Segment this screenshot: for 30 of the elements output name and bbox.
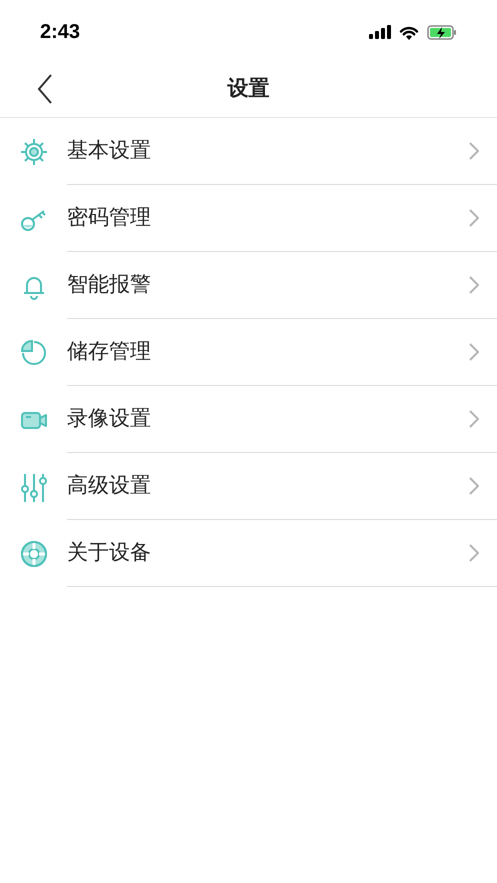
lifebuoy-icon: [19, 538, 49, 568]
item-label: 高级设置: [67, 473, 152, 500]
item-label: 基本设置: [67, 138, 152, 164]
item-label: 录像设置: [67, 406, 152, 432]
battery-charging-icon: [427, 24, 457, 40]
settings-item[interactable]: 高级设置: [0, 453, 497, 520]
signal-icon: [369, 25, 391, 39]
sliders-icon: [19, 472, 49, 502]
chevron-right-icon: [469, 276, 479, 294]
settings-item[interactable]: 录像设置: [0, 386, 497, 453]
item-label: 智能报警: [67, 272, 152, 298]
status-time: 2:43: [40, 20, 80, 45]
chevron-right-icon: [469, 343, 479, 361]
item-label: 密码管理: [67, 205, 152, 232]
chevron-right-icon: [469, 477, 479, 495]
chevron-right-icon: [469, 209, 479, 227]
page-title: 设置: [228, 76, 270, 102]
settings-item[interactable]: 关于设备: [0, 520, 497, 587]
settings-item[interactable]: 智能报警: [0, 252, 497, 319]
pie-chart-icon: [19, 338, 49, 368]
chevron-right-icon: [469, 410, 479, 428]
item-label: 储存管理: [67, 339, 152, 366]
gear-icon: [19, 136, 49, 166]
settings-item[interactable]: 储存管理: [0, 319, 497, 386]
settings-item[interactable]: 基本设置: [0, 118, 497, 185]
chevron-right-icon: [469, 544, 479, 562]
wifi-icon: [399, 24, 419, 40]
item-label: 关于设备: [67, 540, 152, 566]
settings-item[interactable]: 密码管理: [0, 185, 497, 252]
chevron-right-icon: [469, 142, 479, 160]
